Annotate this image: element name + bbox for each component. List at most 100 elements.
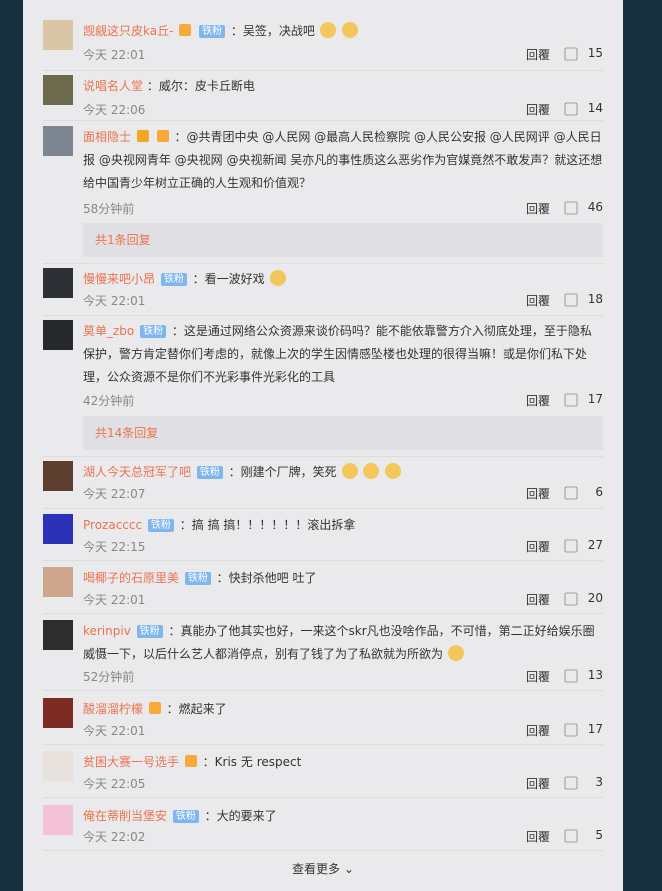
avatar[interactable] — [43, 320, 73, 350]
top-cut-row — [43, 0, 603, 8]
like-button[interactable]: 3 — [563, 775, 603, 790]
reply-button[interactable]: 回覆 — [526, 292, 550, 309]
separator — [43, 120, 603, 121]
like-count: 27 — [587, 538, 603, 552]
like-button[interactable]: 6 — [563, 485, 603, 500]
reply-button[interactable]: 回覆 — [526, 200, 550, 217]
comment-text: 慢慢来吧小昂 铁粉 ：看一波好戏 — [83, 268, 603, 291]
comment-text: 面相隐士 ：@共青团中央 @人民网 @最高人民检察院 @人民公安报 @人民网评 … — [83, 126, 603, 195]
reply-button[interactable]: 回覆 — [526, 101, 550, 118]
comment-time: 今天 22:02 — [83, 830, 146, 844]
more-replies-link[interactable]: 共1条回复 — [83, 223, 603, 257]
thumb-up-icon — [564, 47, 578, 61]
reply-button[interactable]: 回覆 — [526, 46, 550, 63]
comment-user-name[interactable]: 湖人今天总冠军了吧 — [83, 465, 191, 479]
fan-badge: 铁粉 — [136, 625, 163, 638]
vip-icon — [156, 130, 169, 142]
avatar[interactable] — [43, 805, 73, 835]
avatar[interactable] — [43, 514, 73, 544]
like-count: 13 — [587, 668, 603, 682]
emoji-icon — [363, 463, 380, 479]
comment-user-name[interactable]: kerinpiv — [83, 624, 131, 638]
like-button[interactable]: 46 — [563, 200, 603, 215]
comment-user-name[interactable]: 贫困大赛一号选手 — [83, 755, 179, 769]
reply-button[interactable]: 回覆 — [526, 591, 550, 608]
comment-time: 今天 22:15 — [83, 540, 146, 554]
thumb-up-icon — [564, 102, 578, 116]
avatar[interactable] — [43, 268, 73, 298]
separator — [43, 613, 603, 614]
avatar[interactable] — [43, 567, 73, 597]
reply-button[interactable]: 回覆 — [526, 775, 550, 792]
reply-button[interactable]: 回覆 — [526, 392, 550, 409]
thumb-up-icon — [564, 486, 578, 500]
comment-user-name[interactable]: 面相隐士 — [83, 130, 131, 144]
comment-time: 今天 22:01 — [83, 593, 146, 607]
comment-text: kerinpiv 铁粉 ：真能办了他其实也好，一来这个skr凡也没啥作品，不可惜… — [83, 620, 603, 666]
vip-icon — [148, 702, 161, 714]
comment-content: ：快封杀他吧 吐了 — [216, 571, 317, 585]
fan-badge: 铁粉 — [172, 810, 199, 823]
comment-user-name[interactable]: 慢慢来吧小昂 — [83, 272, 155, 286]
fan-badge: 铁粉 — [184, 572, 211, 585]
avatar[interactable] — [43, 461, 73, 491]
comment-time: 今天 22:07 — [83, 487, 146, 501]
thumb-up-icon — [564, 669, 578, 683]
like-count: 18 — [587, 292, 603, 306]
reply-button[interactable]: 回覆 — [526, 722, 550, 739]
avatar[interactable] — [43, 126, 73, 156]
avatar[interactable] — [43, 75, 73, 105]
like-count: 46 — [587, 200, 603, 214]
comment-user-name[interactable]: 喝椰子的石原里美 — [83, 571, 179, 585]
fan-badge: 铁粉 — [147, 519, 174, 532]
chevron-down-icon: ⌄ — [343, 862, 354, 876]
reply-button[interactable]: 回覆 — [526, 668, 550, 685]
like-button[interactable]: 5 — [563, 828, 603, 843]
like-button[interactable]: 27 — [563, 538, 603, 553]
comment-content: ：吴签，决战吧 — [230, 24, 315, 38]
like-button[interactable]: 17 — [563, 392, 603, 407]
comment-user-name[interactable]: 酸溜溜柠檬 — [83, 702, 143, 716]
like-button[interactable]: 13 — [563, 668, 603, 683]
comment-time: 今天 22:05 — [83, 777, 146, 791]
load-more-button[interactable]: 查看更多 ⌄ — [23, 860, 623, 877]
comment-time: 今天 22:06 — [83, 103, 146, 117]
more-replies-link[interactable]: 共14条回复 — [83, 416, 603, 450]
like-button[interactable]: 15 — [563, 46, 603, 61]
comment-user-name[interactable]: 觊觎这只皮ka丘- — [83, 24, 173, 38]
comment-user-name[interactable]: 莫单_zbo — [83, 324, 134, 338]
thumb-up-icon — [564, 293, 578, 307]
comment-text: 说唱名人堂 ：威尔：皮卡丘断电 — [83, 75, 603, 98]
avatar[interactable] — [43, 751, 73, 781]
comment-user-name[interactable]: 说唱名人堂 — [83, 79, 143, 93]
separator — [43, 744, 603, 745]
comment-content: ：大的要来了 — [204, 809, 277, 823]
like-count: 14 — [587, 101, 603, 115]
comment-time: 42分钟前 — [83, 394, 135, 408]
separator — [43, 263, 603, 264]
comment-time: 58分钟前 — [83, 202, 135, 216]
reply-button[interactable]: 回覆 — [526, 828, 550, 845]
comments-panel: 觊觎这只皮ka丘- 铁粉 ：吴签，决战吧 今天 22:01 回覆 15 说唱名人… — [23, 0, 623, 891]
like-button[interactable]: 20 — [563, 591, 603, 606]
separator — [43, 508, 603, 509]
verified-icon — [136, 130, 149, 142]
comment-user-name[interactable]: Prozacccc — [83, 518, 142, 532]
emoji-icon — [341, 463, 358, 479]
comment-user-name[interactable]: 俺在蒂削当堡安 — [83, 809, 167, 823]
like-button[interactable]: 17 — [563, 722, 603, 737]
separator — [43, 456, 603, 457]
like-button[interactable]: 18 — [563, 292, 603, 307]
separator — [43, 315, 603, 316]
like-count: 5 — [595, 828, 603, 842]
like-count: 17 — [587, 392, 603, 406]
reply-button[interactable]: 回覆 — [526, 538, 550, 555]
avatar[interactable] — [43, 620, 73, 650]
comment-text: 觊觎这只皮ka丘- 铁粉 ：吴签，决战吧 — [83, 20, 603, 43]
reply-button[interactable]: 回覆 — [526, 485, 550, 502]
emoji-icon — [341, 22, 358, 38]
avatar[interactable] — [43, 698, 73, 728]
comment-content: ：刚建个厂牌，笑死 — [228, 465, 337, 479]
avatar[interactable] — [43, 20, 73, 50]
like-button[interactable]: 14 — [563, 101, 603, 116]
